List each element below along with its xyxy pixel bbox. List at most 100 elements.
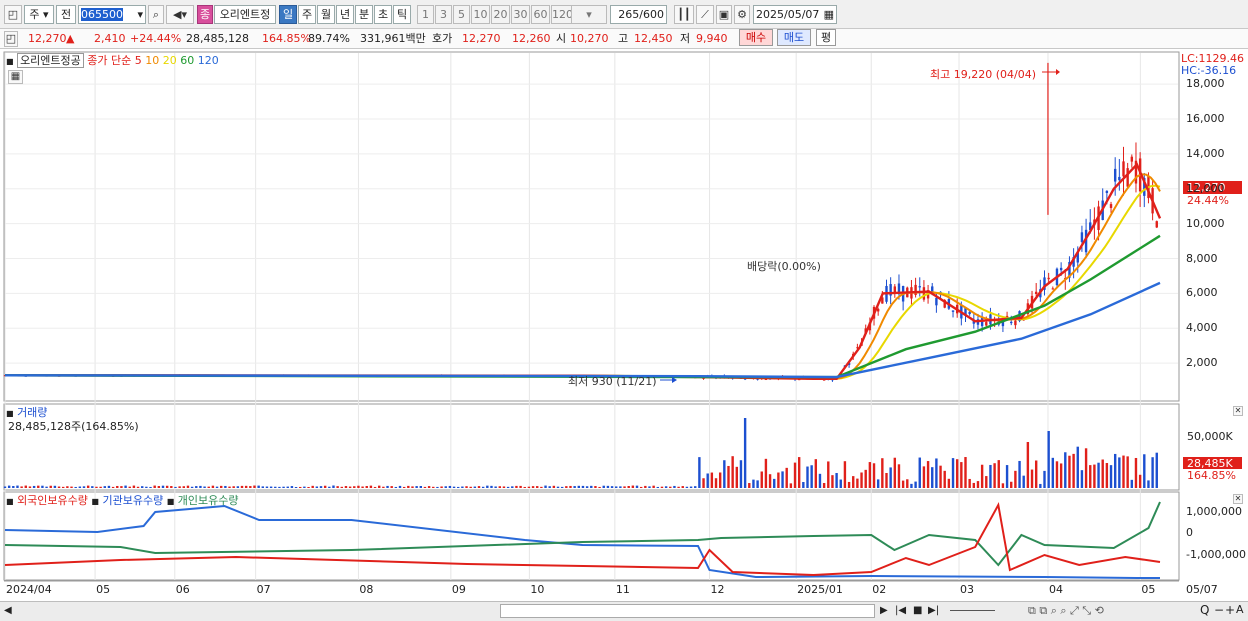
minute-button-10[interactable]: 10 xyxy=(471,5,490,24)
volume-bar xyxy=(224,485,227,488)
line-tool-icon[interactable]: ⟋ xyxy=(696,5,714,24)
minute-button-60[interactable]: 60 xyxy=(531,5,550,24)
volume-bar xyxy=(490,485,493,488)
ma-legend-60[interactable]: 60 xyxy=(177,54,194,67)
interval-button-0[interactable]: 일 xyxy=(279,5,297,24)
zoom-slider[interactable] xyxy=(950,610,995,611)
ma-legend-20[interactable]: 20 xyxy=(159,54,177,67)
interval-button-2[interactable]: 월 xyxy=(317,5,335,24)
ask-label: 호가 xyxy=(432,32,453,45)
avg-button[interactable]: 평 xyxy=(816,29,836,46)
volume-bar xyxy=(839,479,842,488)
scroll-left-icon[interactable]: ◀ xyxy=(4,605,12,616)
volume-bar xyxy=(843,461,847,488)
calendar-icon[interactable]: ▦ xyxy=(824,6,834,23)
volume-bar xyxy=(506,486,510,488)
stop-icon[interactable]: ■ xyxy=(913,605,922,616)
speaker-icon[interactable]: ◀▾ xyxy=(166,5,194,24)
volume-bar xyxy=(170,486,173,488)
zoom-plus-icon[interactable]: + xyxy=(1225,603,1235,617)
volume-value-text: 28,485,128주(164.85%) xyxy=(8,420,139,433)
volume-bar xyxy=(556,486,560,488)
volume-bar xyxy=(124,485,127,488)
last-page-icon[interactable]: ▶| xyxy=(928,605,939,616)
minute-button-3[interactable]: 3 xyxy=(435,5,452,24)
volume-bar xyxy=(876,479,880,488)
quote-toggle-icon[interactable]: ◰ xyxy=(4,31,18,47)
volume-bar xyxy=(1051,457,1055,488)
buy-button[interactable]: 매수 xyxy=(739,29,773,46)
price-panel-title[interactable]: 오리엔트정공 xyxy=(17,53,84,68)
volume-bar xyxy=(1118,457,1121,488)
volume-bar xyxy=(868,462,872,488)
zoom-in-icon[interactable]: Q xyxy=(1200,603,1209,617)
interval-button-4[interactable]: 분 xyxy=(355,5,373,24)
x-axis-label: 2024/04 xyxy=(6,583,52,596)
volume-bar xyxy=(457,486,460,488)
stock-code-input[interactable]: 065500 ▾ xyxy=(78,5,146,24)
prev-button[interactable]: 전 xyxy=(56,5,76,24)
volume-bar xyxy=(141,486,144,488)
minute-button-20[interactable]: 20 xyxy=(491,5,510,24)
save-icon[interactable]: ▣ xyxy=(716,5,732,24)
window-menu-icon[interactable]: ◰ xyxy=(4,5,22,24)
stock-chart[interactable] xyxy=(0,50,1248,600)
scroll-thumb[interactable] xyxy=(500,604,875,618)
volume-bar xyxy=(852,476,855,488)
close-icon[interactable]: ✕ xyxy=(1233,406,1243,416)
bottom-scrollbar[interactable]: ◀ ▶ |◀ ■ ▶| ⧉ ⧉ ⌕ ⌕ ⤢ ⤡ ⟲ Q − + A xyxy=(0,601,1248,621)
minute-button-30[interactable]: 30 xyxy=(511,5,530,24)
search-icon[interactable]: ⌕ xyxy=(148,5,164,24)
individual-holdings-label[interactable]: 개인보유수량 xyxy=(178,494,239,507)
settings-gear-icon[interactable]: ⚙ xyxy=(734,5,750,24)
volume-bar xyxy=(706,473,709,488)
date-input[interactable]: 2025/05/07 ▦ xyxy=(753,5,837,24)
volume-bar xyxy=(153,485,156,488)
zoom-out-icon[interactable]: − xyxy=(1214,603,1224,617)
volume-bar xyxy=(781,471,784,488)
volume-bar xyxy=(62,486,65,488)
interval-button-6[interactable]: 틱 xyxy=(393,5,411,24)
volume-bar xyxy=(797,457,801,488)
scroll-right-icon[interactable]: ▶ xyxy=(880,605,888,616)
volume-bar xyxy=(45,486,48,488)
ma-legend-10[interactable]: 10 xyxy=(142,54,159,67)
interval-button-5[interactable]: 초 xyxy=(374,5,392,24)
volume-bar xyxy=(893,457,897,488)
volume-bar xyxy=(785,467,788,488)
minute-dropdown[interactable]: ▾ xyxy=(571,5,607,24)
font-size-icon[interactable]: A xyxy=(1236,603,1244,616)
toolbox-icons[interactable]: ⧉ ⧉ ⌕ ⌕ ⤢ ⤡ ⟲ xyxy=(1028,604,1104,618)
volume-bar xyxy=(573,486,576,488)
sell-button[interactable]: 매도 xyxy=(777,29,811,46)
candle-body xyxy=(893,286,897,293)
ma-legend-120[interactable]: 120 xyxy=(194,54,219,67)
close-icon[interactable]: ✕ xyxy=(1233,494,1243,504)
table-view-icon[interactable]: ▦ xyxy=(8,70,23,84)
volume-bar xyxy=(560,486,564,488)
volume-bar xyxy=(1059,463,1063,488)
ma-legend-5[interactable]: 5 xyxy=(135,54,142,67)
price-y-tick: 12,000 xyxy=(1186,181,1225,195)
x-axis-label: 12 xyxy=(710,583,725,596)
trade-amount: 331,961백만 xyxy=(360,32,426,45)
minute-button-5[interactable]: 5 xyxy=(453,5,470,24)
low-price: 9,940 xyxy=(696,32,728,45)
period-toggle[interactable]: 주 ▾ xyxy=(24,5,54,24)
volume-bar xyxy=(993,463,996,488)
institution-holdings-label[interactable]: 기관보유수량 xyxy=(102,494,163,507)
minute-button-1[interactable]: 1 xyxy=(417,5,434,24)
volume-bar xyxy=(872,463,876,488)
interval-button-3[interactable]: 년 xyxy=(336,5,354,24)
minute-button-120[interactable]: 120 xyxy=(551,5,573,24)
volume-y-tick: 50,000K xyxy=(1187,430,1233,443)
chevron-down-icon[interactable]: ▾ xyxy=(137,6,143,23)
first-page-icon[interactable]: |◀ xyxy=(895,605,906,616)
candle-type-icon[interactable]: ┃┃ xyxy=(674,5,694,24)
count-input[interactable]: 265/600 xyxy=(610,5,667,24)
chart-area[interactable]: ■ 오리엔트정공 종가 단순 5 10 20 60 120 ▦ LC:1129.… xyxy=(0,50,1248,600)
interval-button-1[interactable]: 주 xyxy=(298,5,316,24)
volume-bar xyxy=(914,481,917,488)
volume-bar xyxy=(195,486,198,488)
foreign-holdings-label[interactable]: 외국인보유수량 xyxy=(17,494,88,507)
